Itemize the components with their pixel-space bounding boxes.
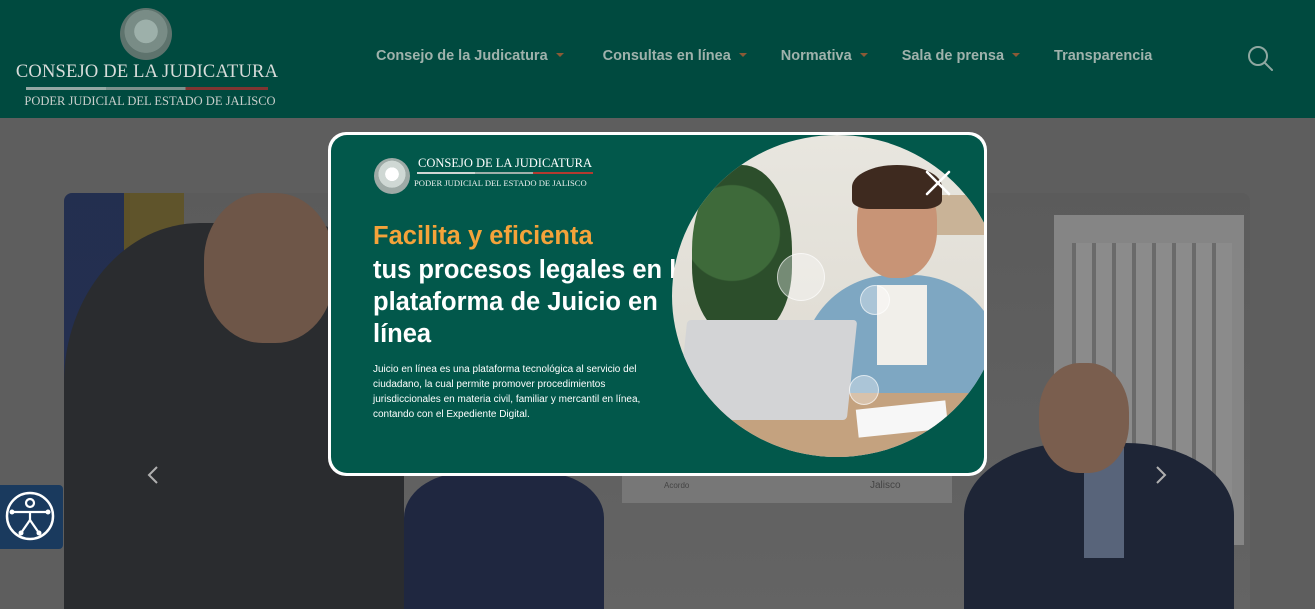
coat-of-arms-icon (120, 8, 172, 60)
site-header: CONSEJO DE LA JUDICATURA PODER JUDICIAL … (0, 0, 1315, 118)
hero-photo-person-right-head (1039, 363, 1129, 473)
nav-item-label: Consejo de la Judicatura (376, 48, 548, 64)
modal-logo-subtitle: PODER JUDICIAL DEL ESTADO DE JALISCO (414, 178, 587, 188)
caret-down-icon (1012, 53, 1021, 57)
logo-title: CONSEJO DE LA JUDICATURA (15, 62, 279, 82)
modal-logo-title: CONSEJO DE LA JUDICATURA (418, 156, 592, 170)
nav-item-sala-de-prensa[interactable]: Sala de prensa (901, 48, 1021, 64)
accessibility-icon (5, 491, 55, 541)
photo-laptop (676, 320, 858, 420)
nav-item-normativa[interactable]: Normativa (781, 48, 868, 64)
hero-photo-sign-text-right: Jalisco (870, 480, 901, 491)
search-icon[interactable] (1246, 44, 1274, 72)
logo-divider (26, 87, 268, 90)
modal-description: Juicio en línea es una plataforma tecnol… (373, 364, 641, 420)
main-nav: Consejo de la Judicatura Consultas en lí… (376, 48, 1152, 64)
accessibility-button[interactable] (0, 485, 63, 549)
modal-headline-highlight: Facilita y eficienta (373, 222, 593, 250)
modal-headline: tus procesos legales en la plataforma de… (373, 256, 691, 348)
hero-photo-sign-text-left: Acordo (664, 481, 690, 490)
nav-item-consultas[interactable]: Consultas en línea (603, 48, 747, 64)
nav-item-label: Consultas en línea (602, 48, 731, 64)
gavel-icon (849, 375, 879, 405)
chevron-right-icon[interactable] (1151, 461, 1171, 491)
document-icon (777, 253, 825, 301)
close-icon[interactable] (923, 168, 953, 198)
modal-logo-divider (417, 172, 593, 174)
nav-item-label: Transparencia (1054, 48, 1153, 64)
hero-photo-person-center (404, 473, 604, 609)
chevron-left-icon[interactable] (143, 461, 163, 491)
nav-item-label: Normativa (780, 48, 852, 64)
caret-down-icon (859, 53, 868, 57)
hero-photo-person-left-head (204, 193, 334, 343)
coat-of-arms-icon (374, 158, 410, 194)
site-logo[interactable]: CONSEJO DE LA JUDICATURA PODER JUDICIAL … (12, 6, 282, 112)
nav-item-label: Sala de prensa (901, 48, 1005, 64)
caret-down-icon (555, 53, 564, 57)
photo-plant (692, 165, 792, 335)
logo-subtitle: PODER JUDICIAL DEL ESTADO DE JALISCO (24, 94, 276, 108)
search-document-icon (860, 285, 890, 315)
promo-modal: CONSEJO DE LA JUDICATURA PODER JUDICIAL … (328, 132, 987, 476)
caret-down-icon (738, 53, 747, 57)
promo-modal-content: CONSEJO DE LA JUDICATURA PODER JUDICIAL … (331, 135, 984, 473)
nav-item-consejo[interactable]: Consejo de la Judicatura (376, 48, 564, 64)
nav-item-transparencia[interactable]: Transparencia (1054, 48, 1152, 64)
